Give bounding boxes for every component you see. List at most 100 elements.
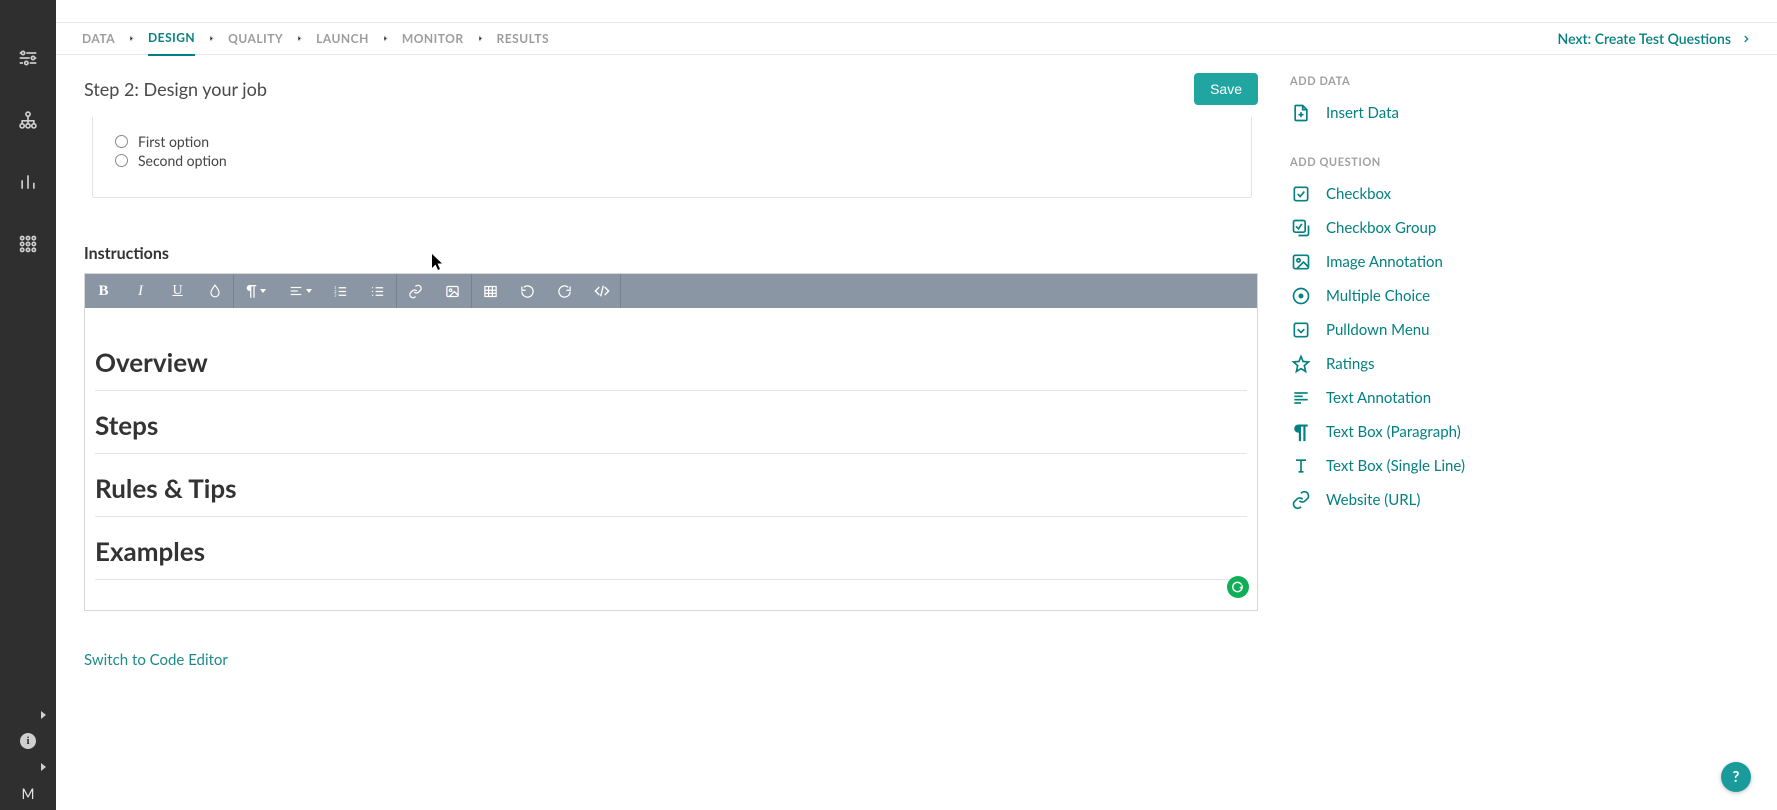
add-question-heading: ADD QUESTION	[1290, 156, 1586, 169]
svg-text:3: 3	[334, 292, 336, 297]
item-label: Image Annotation	[1326, 253, 1443, 271]
section-overview: Overview	[95, 328, 1247, 390]
star-icon	[1291, 354, 1311, 374]
save-button[interactable]: Save	[1194, 73, 1258, 105]
unordered-list-button[interactable]	[359, 274, 396, 308]
undo-button[interactable]	[509, 274, 546, 308]
expand-indicator-icon	[41, 763, 46, 771]
leftnav-item-contributors[interactable]	[0, 218, 56, 270]
chevron-right-icon	[127, 31, 136, 46]
editor-content[interactable]: Overview Steps Rules & Tips Examples	[85, 308, 1257, 610]
paragraph-format-button[interactable]: ¶	[234, 274, 278, 308]
pulldown-icon	[1291, 320, 1311, 340]
item-label: Ratings	[1326, 355, 1375, 373]
align-left-icon	[289, 284, 303, 298]
item-label: Pulldown Menu	[1326, 321, 1430, 339]
next-step-link[interactable]: Next: Create Test Questions	[1558, 30, 1751, 47]
code-view-button[interactable]	[583, 274, 620, 308]
left-nav: i M	[0, 0, 56, 810]
ordered-list-button[interactable]: 123	[322, 274, 359, 308]
add-data-heading: ADD DATA	[1290, 75, 1586, 88]
image-annotation-icon	[1291, 252, 1311, 272]
rich-text-editor: B I U ¶	[84, 273, 1258, 611]
chevron-right-icon	[476, 31, 485, 46]
link-button[interactable]	[397, 274, 434, 308]
item-label: Insert Data	[1326, 104, 1399, 122]
grid-icon	[18, 234, 38, 254]
item-label: Multiple Choice	[1326, 287, 1430, 305]
bold-button[interactable]: B	[85, 274, 122, 308]
divider	[95, 579, 1247, 580]
tab-results[interactable]: RESULTS	[497, 22, 550, 55]
list-ul-icon	[370, 284, 385, 299]
color-button[interactable]	[196, 274, 233, 308]
undo-icon	[520, 284, 535, 299]
right-sidebar: ADD DATA Insert Data ADD QUESTION Checkb…	[1286, 55, 1598, 810]
tab-data[interactable]: DATA	[82, 22, 115, 55]
sitemap-icon	[18, 110, 38, 130]
leftnav-item-jobs[interactable]	[0, 32, 56, 84]
section-steps: Steps	[95, 391, 1247, 453]
editor-toolbar: B I U ¶	[85, 274, 1257, 308]
link-icon	[1291, 490, 1311, 510]
question-card[interactable]: First option Second option	[92, 117, 1252, 198]
item-label: Text Annotation	[1326, 389, 1431, 407]
redo-button[interactable]	[546, 274, 583, 308]
add-website-button[interactable]: Website (URL)	[1290, 483, 1586, 517]
add-text-paragraph-button[interactable]: ¶ Text Box (Paragraph)	[1290, 415, 1586, 449]
add-text-annotation-button[interactable]: Text Annotation	[1290, 381, 1586, 415]
radio-option-1[interactable]: First option	[115, 133, 1229, 150]
underline-button[interactable]: U	[159, 274, 196, 308]
add-checkbox-button[interactable]: Checkbox	[1290, 177, 1586, 211]
droplet-icon	[208, 284, 222, 298]
item-label: Checkbox	[1326, 185, 1391, 203]
add-checkbox-group-button[interactable]: Checkbox Group	[1290, 211, 1586, 245]
chevron-right-icon	[207, 31, 216, 46]
chevron-right-icon	[295, 31, 304, 46]
multiple-choice-icon	[1291, 286, 1311, 306]
radio-input[interactable]	[115, 135, 128, 148]
tab-launch[interactable]: LAUNCH	[316, 22, 369, 55]
top-spacer	[56, 0, 1777, 23]
redo-icon	[557, 284, 572, 299]
tab-design[interactable]: DESIGN	[148, 21, 195, 56]
chevron-right-icon	[381, 31, 390, 46]
instructions-heading: Instructions	[84, 244, 1258, 263]
grammarly-icon[interactable]	[1227, 576, 1249, 598]
page-title: Step 2: Design your job	[84, 78, 267, 100]
workflow-tabs: DATA DESIGN QUALITY LAUNCH MONITOR RESUL…	[56, 23, 1777, 55]
align-button[interactable]	[278, 274, 322, 308]
item-label: Checkbox Group	[1326, 219, 1436, 237]
radio-option-2[interactable]: Second option	[115, 152, 1229, 169]
radio-input[interactable]	[115, 154, 128, 167]
radio-label: First option	[138, 133, 209, 150]
text-single-icon	[1291, 456, 1311, 476]
tab-monitor[interactable]: MONITOR	[402, 22, 464, 55]
leftnav-item-analytics[interactable]	[0, 156, 56, 208]
italic-button[interactable]: I	[122, 274, 159, 308]
add-ratings-button[interactable]: Ratings	[1290, 347, 1586, 381]
info-icon[interactable]: i	[20, 733, 36, 749]
insert-data-button[interactable]: Insert Data	[1290, 96, 1586, 130]
code-icon	[594, 283, 610, 299]
add-image-annotation-button[interactable]: Image Annotation	[1290, 245, 1586, 279]
table-button[interactable]	[472, 274, 509, 308]
switch-code-editor-link[interactable]: Switch to Code Editor	[84, 651, 228, 669]
tab-quality[interactable]: QUALITY	[228, 22, 283, 55]
add-pulldown-button[interactable]: Pulldown Menu	[1290, 313, 1586, 347]
help-button[interactable]: ?	[1721, 762, 1751, 792]
table-icon	[483, 284, 498, 299]
leftnav-item-workflows[interactable]	[0, 94, 56, 146]
image-button[interactable]	[434, 274, 471, 308]
item-label: Text Box (Paragraph)	[1326, 423, 1461, 441]
add-text-single-button[interactable]: Text Box (Single Line)	[1290, 449, 1586, 483]
link-icon	[408, 284, 423, 299]
add-multiple-choice-button[interactable]: Multiple Choice	[1290, 279, 1586, 313]
section-rules: Rules & Tips	[95, 454, 1247, 516]
checkbox-icon	[1291, 184, 1311, 204]
image-icon	[445, 284, 460, 299]
user-avatar[interactable]: M	[22, 785, 35, 802]
text-annotation-icon	[1291, 388, 1311, 408]
radio-label: Second option	[138, 152, 227, 169]
item-label: Text Box (Single Line)	[1326, 457, 1465, 475]
